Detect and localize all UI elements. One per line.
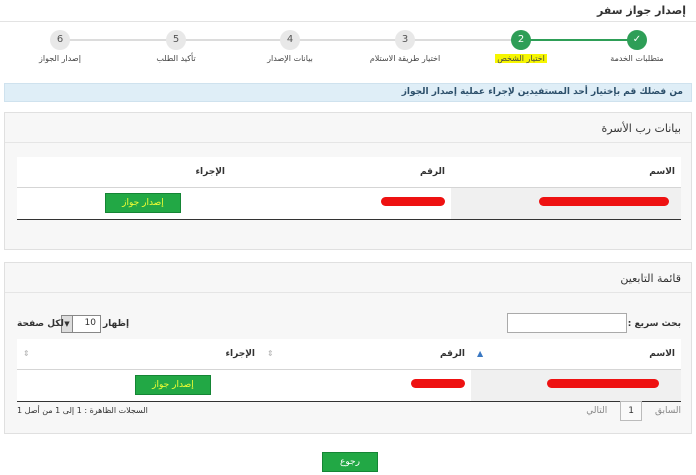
- next-page-button[interactable]: التالي: [586, 406, 607, 416]
- cell-name: [451, 187, 681, 220]
- step-issue-passport[interactable]: 6 إصدار الجواز: [15, 30, 105, 63]
- step-number: 6: [50, 30, 70, 50]
- check-icon: ✓: [627, 30, 647, 50]
- redacted-number: [381, 197, 445, 206]
- issue-passport-button[interactable]: إصدار جواز: [135, 375, 211, 395]
- column-number-label: الرقم: [439, 348, 465, 359]
- page-title: إصدار جواز سفر: [0, 0, 696, 22]
- pagination: السابق 1 التالي: [586, 401, 681, 421]
- page-1-button[interactable]: 1: [620, 401, 643, 421]
- redacted-name: [539, 197, 669, 206]
- page-size-value: 10: [84, 318, 96, 328]
- per-page-label: لكل صفحة: [17, 319, 64, 329]
- step-select-person[interactable]: 2 اختيار الشخص: [476, 30, 566, 64]
- table-footer: السجلات الظاهرة : 1 إلى 1 من أصل 1 الساب…: [17, 401, 681, 421]
- column-name[interactable]: الاسم ▲: [471, 339, 681, 370]
- back-button[interactable]: رجوع: [322, 452, 378, 472]
- column-number[interactable]: الرقم ⇕: [261, 339, 471, 370]
- step-delivery-method[interactable]: 3 اختيار طريقة الاستلام: [360, 30, 450, 63]
- sort-icon: ⇕: [23, 348, 30, 358]
- sort-asc-icon: ▲: [477, 348, 484, 358]
- cell-number: [231, 187, 451, 220]
- step-label: بيانات الإصدار: [267, 54, 313, 63]
- step-number: 4: [280, 30, 300, 50]
- dependents-table-wrap: الاسم ▲ الرقم ⇕ الإجراء ⇕ إصدار جواز: [17, 339, 681, 402]
- step-number: 2: [511, 30, 531, 50]
- show-label: إظهار: [103, 319, 130, 329]
- table-row: إصدار جواز: [17, 369, 681, 402]
- step-service-requirements[interactable]: ✓ متطلبات الخدمة: [592, 30, 682, 63]
- issue-passport-button[interactable]: إصدار جواز: [105, 193, 181, 213]
- step-number: 5: [166, 30, 186, 50]
- family-head-title: بيانات رب الأسرة: [5, 113, 691, 143]
- step-label: تأكيد الطلب: [156, 54, 196, 63]
- column-action: الإجراء: [17, 157, 231, 188]
- dependents-title: قائمة التابعين: [5, 263, 691, 293]
- cell-name: [471, 369, 681, 402]
- search-input[interactable]: [507, 313, 627, 333]
- info-message: من فضلك قم بإختيار أحد المستفيدين لإجراء…: [4, 83, 692, 102]
- step-label: اختيار الشخص: [495, 54, 547, 63]
- records-info: السجلات الظاهرة : 1 إلى 1 من أصل 1: [17, 406, 148, 415]
- step-number: 3: [395, 30, 415, 50]
- table-row: إصدار جواز: [17, 187, 681, 220]
- redacted-name: [547, 379, 659, 388]
- previous-page-button[interactable]: السابق: [655, 406, 681, 416]
- cell-action: إصدار جواز: [17, 369, 261, 402]
- sort-icon: ⇕: [267, 348, 274, 358]
- family-head-panel: بيانات رب الأسرة الاسم الرقم الإجراء إصد…: [4, 112, 692, 250]
- redacted-number: [411, 379, 465, 388]
- family-head-table: الاسم الرقم الإجراء إصدار جواز: [17, 157, 681, 220]
- dependents-panel: قائمة التابعين بحث سريع : إظهار ▼ 10 لكل…: [4, 262, 692, 434]
- column-action[interactable]: الإجراء ⇕: [17, 339, 261, 370]
- column-name: الاسم: [451, 157, 681, 188]
- cell-number: [261, 369, 471, 402]
- page-size-select[interactable]: ▼ 10: [61, 315, 101, 333]
- step-issuance-data[interactable]: 4 بيانات الإصدار: [245, 30, 335, 63]
- step-label: متطلبات الخدمة: [610, 54, 664, 63]
- dependents-table: الاسم ▲ الرقم ⇕ الإجراء ⇕ إصدار جواز: [17, 339, 681, 402]
- cell-action: إصدار جواز: [17, 187, 231, 220]
- wizard-stepper: ✓ متطلبات الخدمة 2 اختيار الشخص 3 اختيار…: [0, 28, 696, 70]
- family-head-table-wrap: الاسم الرقم الإجراء إصدار جواز: [17, 157, 681, 220]
- search-label: بحث سريع :: [627, 319, 681, 329]
- step-confirm-request[interactable]: 5 تأكيد الطلب: [131, 30, 221, 63]
- step-label: اختيار طريقة الاستلام: [369, 54, 441, 63]
- step-label: إصدار الجواز: [39, 54, 81, 63]
- column-name-label: الاسم: [649, 348, 675, 359]
- column-action-label: الإجراء: [225, 348, 255, 359]
- column-number: الرقم: [231, 157, 451, 188]
- table-controls: بحث سريع : إظهار ▼ 10 لكل صفحة: [17, 313, 681, 335]
